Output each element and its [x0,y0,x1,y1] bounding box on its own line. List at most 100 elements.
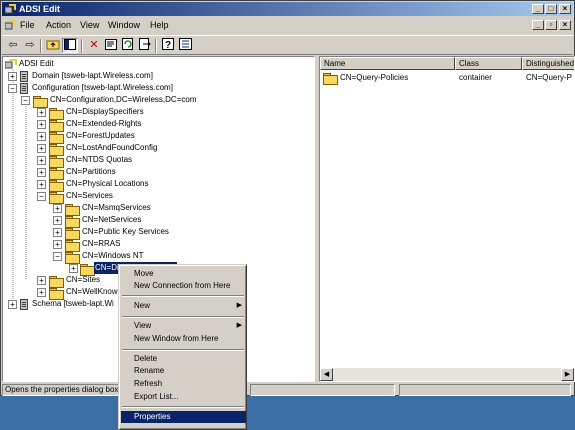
menu-item-delete[interactable]: Delete [121,353,246,365]
help-icon[interactable]: ? [160,38,176,53]
expand-plus-icon[interactable]: + [8,72,17,81]
properties-icon[interactable] [103,38,119,53]
expand-plus-icon[interactable]: + [53,240,62,249]
menu-item-properties[interactable]: Properties [121,411,246,423]
export-list-icon[interactable] [137,38,153,53]
folder-icon [49,156,64,168]
tree-item-label: CN=DisplaySpecifiers [66,107,144,116]
tree-item-label: CN=Partitions [66,167,116,176]
tree-item-label: CN=ForestUpdates [66,131,135,140]
menu-item-view[interactable]: View ▶ [121,320,246,332]
menu-separator [122,406,244,408]
collapse-minus-icon[interactable]: − [53,252,62,261]
folder-icon [80,264,95,276]
collapse-minus-icon[interactable]: − [21,96,30,105]
status-panel [399,384,571,396]
folder-icon [323,73,338,85]
expand-plus-icon[interactable]: + [37,108,46,117]
menu-window[interactable]: Window [108,20,140,31]
menu-item-rename[interactable]: Rename [121,365,246,377]
expand-plus-icon[interactable]: + [69,264,78,273]
column-header-name[interactable]: Name [320,57,455,70]
adsi-edit-app-icon [5,4,16,14]
list-pane[interactable]: Name Class Distinguished CN=Query-Polici… [319,56,575,382]
expand-plus-icon[interactable]: + [53,204,62,213]
list-cell-dn: CN=Query-P [526,73,573,82]
menu-bar: File Action View Window Help _ ▫ × [2,17,573,34]
folder-icon [49,132,64,144]
menu-item-label: View [134,321,152,330]
expand-plus-icon[interactable]: + [37,276,46,285]
adsi-edit-root-icon [5,59,17,69]
expand-plus-icon[interactable]: + [37,156,46,165]
menu-item-new-connection[interactable]: New Connection from Here [121,280,246,292]
tree-item-label: CN=Public Key Services [82,227,169,236]
menu-item-refresh[interactable]: Refresh [121,378,246,390]
forward-arrow-icon[interactable]: ⇨ [22,38,38,53]
tree-item-label: CN=Windows NT [82,251,144,260]
folder-icon [65,240,80,252]
expand-plus-icon[interactable]: + [37,180,46,189]
menu-item-move[interactable]: Move [121,268,246,280]
tree-item-label: CN=NTDS Quotas [66,155,133,164]
folder-icon [49,180,64,192]
toolbar-separator [81,39,83,53]
tree-item-label: Configuration [tsweb-lapt.Wireless.com] [32,83,173,92]
toolbar-separator [40,39,42,53]
column-header-class[interactable]: Class [455,57,522,70]
expand-plus-icon[interactable]: + [37,168,46,177]
tree-item-label: ADSI Edit [19,59,54,68]
document-icon[interactable] [5,20,16,30]
maximize-button[interactable]: □ [545,4,557,14]
expand-plus-icon[interactable]: + [8,300,17,309]
horizontal-scrollbar[interactable]: ◀ ▶ [320,368,574,381]
up-folder-icon[interactable] [45,38,61,53]
server-icon [20,83,28,94]
toolbar-separator [155,39,157,53]
expand-plus-icon[interactable]: + [37,132,46,141]
expand-plus-icon[interactable]: + [37,144,46,153]
tree-item-label: CN=Physical Locations [66,179,149,188]
tree-view-icon[interactable] [177,38,193,53]
expand-plus-icon[interactable]: + [53,228,62,237]
folder-icon [65,204,80,216]
context-menu: Move New Connection from Here New ▶ View… [118,264,247,430]
child-minimize-button[interactable]: _ [532,20,544,30]
expand-plus-icon[interactable]: + [53,216,62,225]
scroll-right-button[interactable]: ▶ [561,368,574,381]
menu-item-new[interactable]: New ▶ [121,300,246,312]
tree-item-label: CN=Services [66,191,113,200]
list-cell-name[interactable]: CN=Query-Policies [340,72,408,84]
show-hide-tree-icon[interactable] [62,38,78,53]
collapse-minus-icon[interactable]: − [37,192,46,201]
folder-icon [65,252,80,264]
window-title: ADSI Edit [19,4,61,14]
minimize-button[interactable]: _ [532,4,544,14]
child-close-button[interactable]: × [559,20,571,30]
back-arrow-icon[interactable]: ⇦ [5,38,21,53]
folder-icon [49,276,64,288]
menu-action[interactable]: Action [46,20,71,31]
title-bar[interactable]: ADSI Edit _ □ × [2,2,573,16]
scroll-left-button[interactable]: ◀ [320,368,333,381]
menu-item-new-window[interactable]: New Window from Here [121,333,246,345]
menu-help[interactable]: Help [150,20,169,31]
menu-file[interactable]: File [20,20,35,31]
folder-icon [33,96,48,108]
list-cell-class: container [459,73,492,82]
tree-item-label: CN=Configuration,DC=Wireless,DC=com [50,95,197,104]
column-header-distinguished-name[interactable]: Distinguished [522,57,574,70]
menu-view[interactable]: View [80,20,99,31]
expand-plus-icon[interactable]: + [37,120,46,129]
menu-item-export-list[interactable]: Export List... [121,391,246,403]
close-button[interactable]: × [559,4,571,14]
expand-plus-icon[interactable]: + [37,288,46,297]
child-restore-button[interactable]: ▫ [545,20,557,30]
submenu-arrow-icon: ▶ [236,302,242,309]
delete-icon[interactable]: ✕ [86,38,102,53]
tree-connector-lines [12,70,27,304]
collapse-minus-icon[interactable]: − [8,84,17,93]
folder-icon [49,144,64,156]
tree-item-label: CN=Sites [66,275,101,284]
refresh-icon[interactable] [120,38,136,53]
